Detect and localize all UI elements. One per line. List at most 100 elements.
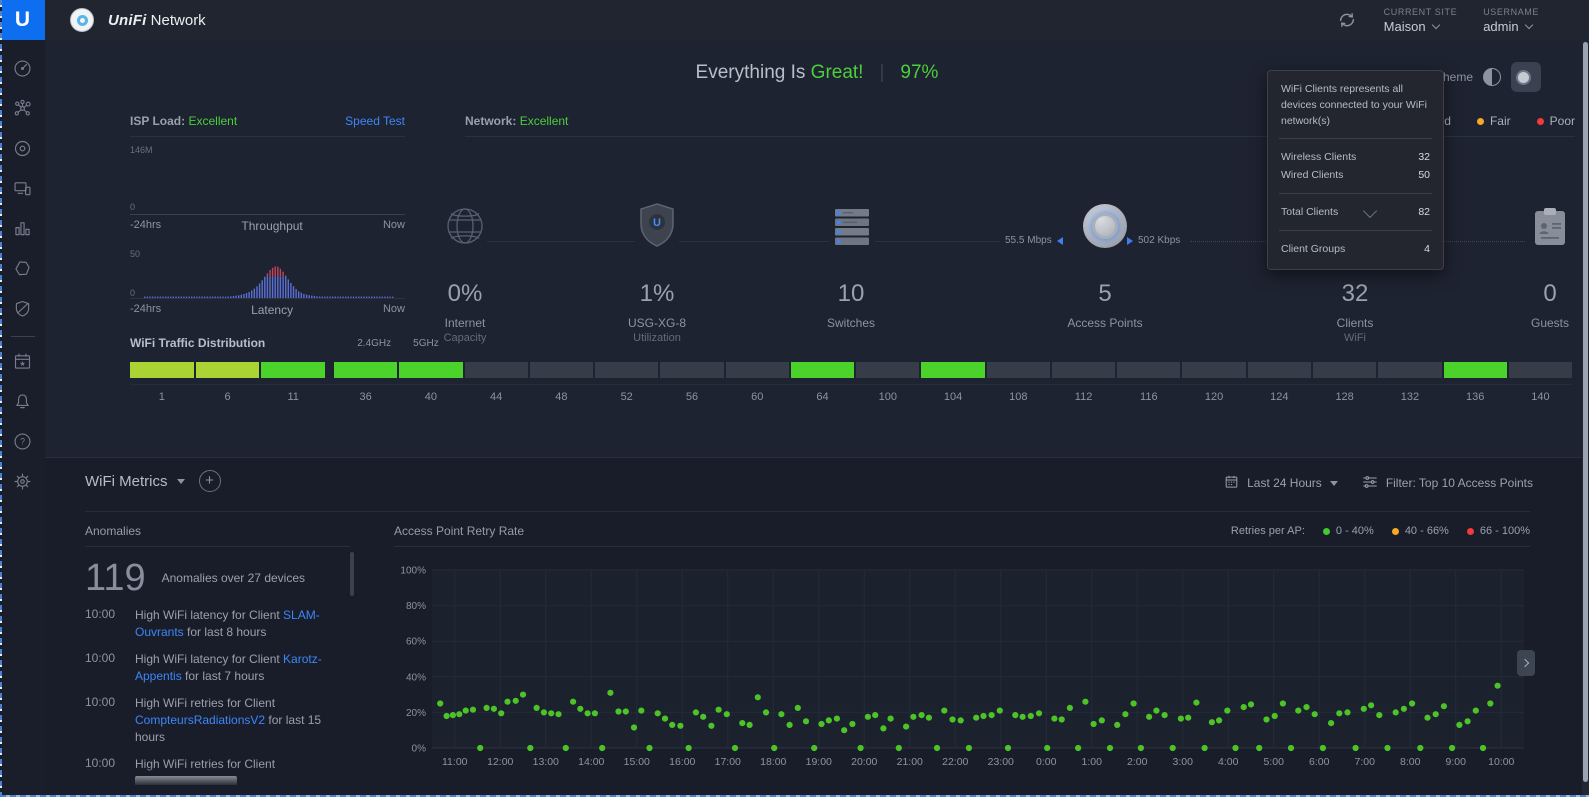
legend-item: 0 - 40% (1323, 525, 1374, 537)
speed-test-link[interactable]: Speed Test (345, 114, 405, 128)
svg-text:?: ? (20, 437, 25, 447)
sidebar-item-events[interactable]: ★ (0, 343, 45, 383)
ubiquiti-logo[interactable]: U (0, 0, 45, 40)
channel-140: 140 (1509, 362, 1572, 403)
network-value: Excellent (520, 114, 569, 128)
selection-border-left (0, 0, 2, 797)
svg-text:1:00: 1:00 (1082, 756, 1103, 768)
svg-text:5:00: 5:00 (1264, 756, 1285, 768)
svg-text:40%: 40% (406, 672, 426, 683)
access-point-icon[interactable] (1045, 190, 1165, 248)
channel-44: 44 (465, 362, 528, 403)
theme-dark-toggle[interactable] (1511, 62, 1541, 92)
switch-stack-icon[interactable] (791, 190, 911, 248)
sidebar-item-threat-management[interactable] (0, 290, 45, 330)
latency-title: Latency (251, 303, 293, 317)
topology-icon (12, 98, 33, 122)
sidebar-item-clients[interactable] (0, 170, 45, 210)
gateway-utilization-value: 1% (597, 280, 717, 308)
overview-section: Everything Is Great! |97% Theme ISP Load… (45, 40, 1589, 457)
svg-text:7:00: 7:00 (1355, 756, 1376, 768)
svg-text:13:00: 13:00 (533, 756, 559, 768)
anomaly-client-link[interactable]: Karotz-Appentis (135, 652, 322, 683)
legend-item: Fair (1477, 114, 1511, 128)
sidebar-item-alerts[interactable] (0, 383, 45, 423)
channel-136: 136 (1444, 362, 1507, 403)
retry-rate-title: Access Point Retry Rate (394, 524, 524, 538)
calendar-icon (1224, 474, 1239, 492)
legend-item: 66 - 100% (1467, 525, 1530, 537)
channel-120: 120 (1182, 362, 1245, 403)
sidebar-item-help[interactable]: ? (0, 423, 45, 463)
traffic-title: WiFi Traffic Distribution (130, 336, 265, 350)
anomalies-panel: Anomalies 119 Anomalies over 27 devices … (85, 524, 350, 785)
svg-text:20:00: 20:00 (851, 756, 877, 768)
channel-11: 11 (261, 362, 325, 403)
filter-control[interactable]: Filter: Top 10 Access Points (1362, 475, 1533, 492)
time-range-selector[interactable]: Last 24 Hours (1224, 474, 1338, 492)
site-selector[interactable]: CURRENT SITE Maison (1384, 7, 1458, 34)
topbar: UniFi Network CURRENT SITE Maison USERNA… (45, 0, 1589, 40)
health-score: 97% (900, 62, 938, 84)
user-menu[interactable]: USERNAME admin (1483, 7, 1539, 34)
anomalies-scrollbar[interactable] (350, 552, 354, 596)
username-label: USERNAME (1483, 7, 1539, 17)
svg-text:3:00: 3:00 (1173, 756, 1194, 768)
current-site-label: CURRENT SITE (1384, 7, 1458, 17)
wifi-clients-tooltip: WiFi Clients represents all devices conn… (1267, 70, 1444, 270)
svg-text:6:00: 6:00 (1309, 756, 1330, 768)
sidebar: U ★ ? (0, 0, 45, 797)
chart-next-button[interactable] (1517, 650, 1535, 676)
legend-dot-icon (1392, 528, 1399, 535)
anomaly-client-link[interactable]: SLAM-Ouvrants (135, 608, 320, 639)
svg-text:9:00: 9:00 (1446, 756, 1467, 768)
add-metric-button[interactable]: + (199, 470, 221, 492)
guest-badge-icon[interactable] (1490, 190, 1589, 248)
wifi-metrics-dropdown[interactable]: WiFi Metrics (85, 473, 185, 490)
anomalies-list: 10:00High WiFi latency for Client SLAM-O… (85, 607, 350, 785)
anomaly-item: 10:00High WiFi latency for Client Karotz… (85, 651, 350, 686)
channel-64: 64 (791, 362, 854, 403)
sidebar-item-topology[interactable] (0, 90, 45, 130)
anomaly-time: 10:00 (85, 607, 135, 642)
anomaly-time: 10:00 (85, 651, 135, 686)
gear-icon (12, 471, 33, 495)
legend-dot-icon (1537, 118, 1544, 125)
tooltip-text: WiFi Clients represents all devices conn… (1281, 82, 1430, 129)
channel-52: 52 (595, 362, 658, 403)
svg-text:11:00: 11:00 (442, 756, 468, 768)
current-site-value: Maison (1384, 19, 1426, 34)
page-scrollbar[interactable] (1582, 40, 1589, 797)
svg-text:15:00: 15:00 (624, 756, 650, 768)
sidebar-item-coverage-map[interactable] (0, 250, 45, 290)
wifi-traffic-distribution: WiFi Traffic Distribution 2.4GHz 5GHz 16… (130, 336, 1572, 403)
sidebar-item-devices[interactable] (0, 130, 45, 170)
legend-dot-icon (1477, 118, 1484, 125)
refresh-icon[interactable] (1336, 9, 1358, 31)
svg-text:0%: 0% (412, 744, 427, 755)
redacted-client-name (135, 776, 237, 785)
calendar-star-icon: ★ (12, 351, 33, 375)
anomaly-client-link[interactable]: CompteursRadiationsV2 (135, 713, 265, 727)
sidebar-item-settings[interactable] (0, 463, 45, 503)
svg-text:★: ★ (19, 360, 25, 368)
channel-112: 112 (1052, 362, 1115, 403)
legend-item: 40 - 66% (1392, 525, 1449, 537)
theme-light-toggle[interactable] (1483, 68, 1501, 86)
svg-text:100%: 100% (400, 566, 426, 577)
svg-text:U: U (653, 217, 661, 229)
chevron-down-icon (1330, 481, 1338, 486)
globe-icon[interactable] (405, 190, 525, 248)
anomaly-item: 10:00High WiFi latency for Client SLAM-O… (85, 607, 350, 642)
sidebar-item-statistics[interactable] (0, 210, 45, 250)
anomaly-time: 10:00 (85, 756, 135, 785)
svg-text:10:00: 10:00 (1488, 756, 1514, 768)
sidebar-item-dashboard[interactable] (0, 50, 45, 90)
svg-text:14:00: 14:00 (578, 756, 604, 768)
gateway-shield-icon[interactable]: U (597, 190, 717, 248)
channel-6: 6 (196, 362, 260, 403)
chevron-down-icon (1524, 20, 1532, 28)
retry-rate-chart: 0%20%40%60%80%100%11:0012:0013:0014:0015… (384, 560, 1536, 785)
channel-124: 124 (1248, 362, 1311, 403)
node-gateway: U 1% USG-XG-8 Utilization (597, 190, 717, 344)
